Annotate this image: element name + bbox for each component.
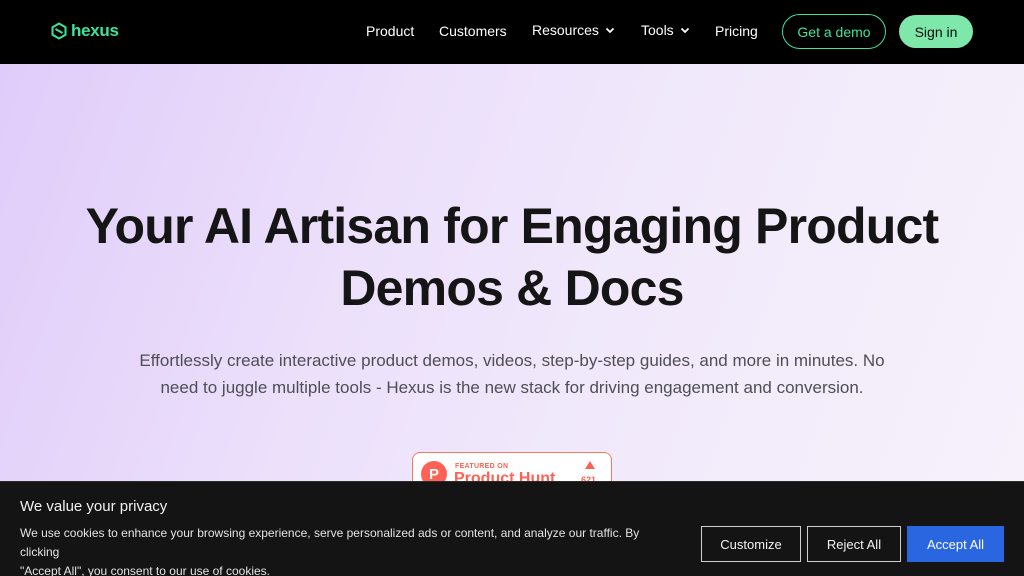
upvote-arrow-icon: [585, 461, 595, 469]
top-nav: hexus Product Customers Resources Tools …: [0, 0, 1024, 64]
nav-item-pricing[interactable]: Pricing: [715, 23, 758, 39]
hero-title-line2: Demos & Docs: [340, 260, 684, 316]
cookie-description: We use cookies to enhance your browsing …: [20, 524, 680, 576]
get-demo-button[interactable]: Get a demo: [782, 14, 886, 49]
hero-subtitle-line2: need to juggle multiple tools - Hexus is…: [160, 378, 864, 397]
product-hunt-featured-label: FEATURED ON: [455, 463, 509, 470]
nav-item-label: Product: [366, 23, 415, 39]
cookie-description-line2: "Accept All", you consent to our use of …: [20, 564, 270, 576]
nav-item-label: Pricing: [715, 23, 758, 39]
customize-button[interactable]: Customize: [701, 526, 801, 562]
nav-item-resources[interactable]: Resources: [532, 22, 615, 38]
brand-logo[interactable]: hexus: [51, 21, 119, 41]
chevron-down-icon: [680, 27, 689, 34]
nav-item-product[interactable]: Product: [366, 23, 414, 39]
nav-item-label: Resources: [532, 22, 599, 38]
nav-item-customers[interactable]: Customers: [439, 23, 507, 39]
hero-title: Your AI Artisan for Engaging Product Dem…: [0, 195, 1024, 319]
brand-name: hexus: [71, 21, 119, 40]
nav-item-tools[interactable]: Tools: [641, 22, 690, 38]
chevron-down-icon: [605, 27, 615, 34]
reject-all-button[interactable]: Reject All: [807, 526, 901, 562]
sign-in-button[interactable]: Sign in: [899, 15, 973, 48]
hero-subtitle-line1: Effortlessly create interactive product …: [139, 351, 885, 370]
cookie-description-line1: We use cookies to enhance your browsing …: [20, 526, 640, 559]
accept-all-button[interactable]: Accept All: [907, 526, 1004, 562]
cookie-consent-banner: We value your privacy We use cookies to …: [0, 481, 1024, 576]
hero-title-line1: Your AI Artisan for Engaging Product: [85, 198, 940, 254]
nav-item-label: Customers: [439, 23, 507, 39]
cookie-title: We value your privacy: [20, 498, 168, 515]
nav-item-label: Tools: [641, 22, 674, 38]
hero-subtitle: Effortlessly create interactive product …: [100, 347, 924, 401]
hexus-logo-icon: [51, 22, 67, 40]
